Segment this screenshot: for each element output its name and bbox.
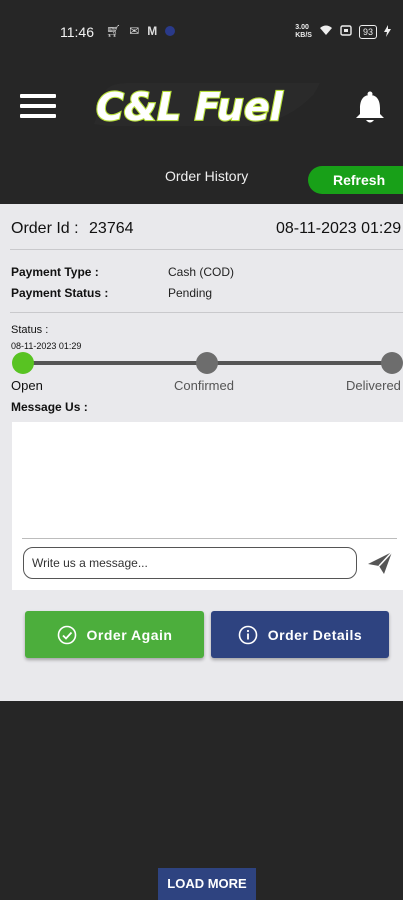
order-datetime: 08-11-2023 01:29 (276, 220, 402, 237)
order-id-label: Order Id : (11, 220, 79, 237)
app-header: C&L Fuel (0, 62, 403, 152)
order-again-label: Order Again (86, 626, 173, 643)
step-dot-delivered (381, 352, 403, 374)
payment-type-value: Cash (COD) (168, 265, 235, 279)
menu-icon[interactable] (20, 94, 56, 122)
step-label-open: Open (11, 378, 43, 393)
cart-icon: 🛒︎ (106, 24, 122, 38)
send-icon[interactable] (366, 550, 394, 576)
order-card: Order Id : 23764 08-11-2023 01:29 Paymen… (0, 204, 403, 701)
order-details-label: Order Details (267, 626, 363, 643)
payment-status-label: Payment Status : (11, 286, 109, 300)
battery-indicator: 93 (358, 25, 377, 39)
status-bar: 11:46 🛒︎ ✉︎ M 3.00 KB/S 93 (0, 0, 403, 62)
order-again-button[interactable]: Order Again (25, 611, 204, 658)
check-circle-icon (57, 625, 76, 644)
divider (22, 538, 397, 539)
load-more-button[interactable]: LOAD MORE (158, 868, 256, 900)
app-icon (165, 26, 176, 36)
subheader: Order History Refresh (0, 152, 403, 204)
m-app-icon: M (147, 24, 158, 38)
screen-icon (340, 25, 352, 39)
info-icon (238, 625, 258, 644)
order-details-button[interactable]: Order Details (211, 611, 389, 658)
payment-type-label: Payment Type : (11, 265, 99, 279)
divider (10, 312, 403, 313)
step-dot-open (12, 352, 34, 374)
status-right-icons: 3.00 KB/S 93 (295, 24, 391, 40)
svg-text:C&L Fuel: C&L Fuel (96, 85, 284, 129)
step-label-confirmed: Confirmed (174, 378, 234, 393)
mail-icon: ✉︎ (129, 24, 140, 38)
page-title: Order History (165, 168, 249, 184)
brand-logo: C&L Fuel (88, 80, 320, 130)
step-label-delivered: Delivered (346, 378, 401, 393)
status-label: Status : (11, 324, 49, 336)
payment-status-value: Pending (168, 286, 213, 300)
notification-icons: 🛒︎ ✉︎ M (106, 24, 176, 38)
step-dot-confirmed (196, 352, 218, 374)
status-time: 11:46 (60, 24, 94, 40)
wifi-icon (319, 25, 333, 39)
message-label: Message Us : (11, 400, 88, 414)
message-input[interactable] (23, 547, 357, 579)
divider (10, 249, 403, 250)
status-date: 08-11-2023 01:29 (11, 341, 82, 351)
refresh-button[interactable]: Refresh (308, 166, 403, 194)
notification-bell-icon[interactable] (354, 90, 386, 124)
charging-icon (384, 24, 391, 40)
order-id-value: 23764 (89, 220, 134, 237)
network-speed: 3.00 KB/S (295, 24, 312, 39)
order-id: Order Id : 23764 (11, 220, 134, 238)
